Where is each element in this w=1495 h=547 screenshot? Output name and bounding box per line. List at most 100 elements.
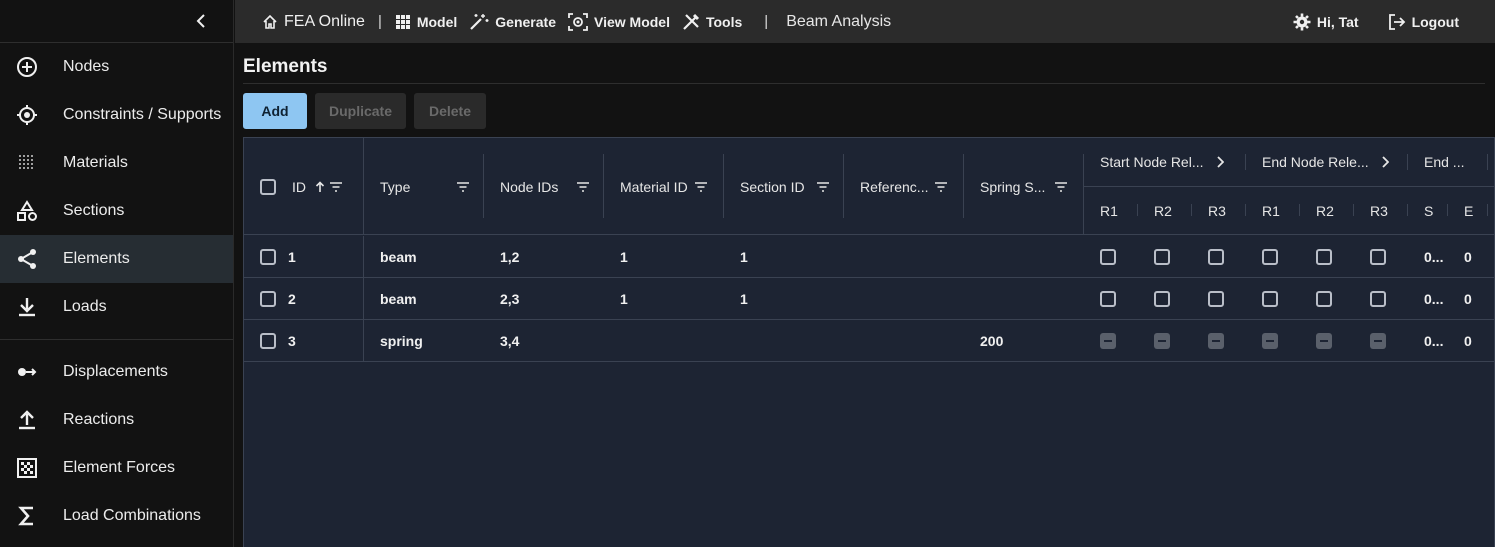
cell-offset-e[interactable]: 0 [1464, 320, 1472, 362]
release-checkbox[interactable] [1370, 291, 1386, 307]
column-header-node-ids[interactable]: Node IDs [500, 138, 590, 235]
table-row[interactable]: 1 beam 1,2 1 1 0... 0 [244, 236, 1494, 278]
column-separator[interactable] [843, 154, 844, 218]
subcolumn-end-r2[interactable]: R2 [1316, 187, 1334, 235]
filter-icon[interactable] [329, 181, 343, 192]
column-separator[interactable] [1083, 154, 1084, 235]
filter-icon[interactable] [694, 181, 708, 192]
row-checkbox[interactable] [260, 291, 276, 307]
column-header-section-id[interactable]: Section ID [740, 138, 830, 235]
cell-section-id[interactable]: 1 [740, 278, 748, 320]
row-checkbox[interactable] [260, 249, 276, 265]
column-header-spring[interactable]: Spring S... [980, 138, 1070, 235]
column-separator[interactable] [1191, 204, 1192, 216]
column-header-id[interactable]: ID [292, 138, 362, 235]
column-separator[interactable] [603, 154, 604, 218]
release-checkbox[interactable] [1370, 249, 1386, 265]
column-separator[interactable] [1137, 204, 1138, 216]
filter-icon[interactable] [1054, 181, 1068, 192]
table-row[interactable]: 2 beam 2,3 1 1 0... 0 [244, 278, 1494, 320]
cell-offset-e[interactable]: 0 [1464, 236, 1472, 278]
user-settings-button[interactable]: Hi, Tat [1293, 13, 1359, 31]
cell-material-id[interactable]: 1 [620, 236, 628, 278]
release-checkbox[interactable] [1154, 249, 1170, 265]
release-checkbox[interactable] [1100, 249, 1116, 265]
subcolumn-start-r3[interactable]: R3 [1208, 187, 1226, 235]
sidebar-item-displacements[interactable]: Displacements [0, 348, 233, 396]
collapse-sidebar-button[interactable] [191, 11, 211, 31]
sidebar-item-reactions[interactable]: Reactions [0, 396, 233, 444]
cell-spring[interactable]: 200 [980, 320, 1003, 362]
cell-type[interactable]: beam [380, 236, 417, 278]
filter-icon[interactable] [576, 181, 590, 192]
cell-offset-e[interactable]: 0 [1464, 278, 1472, 320]
duplicate-button[interactable]: Duplicate [315, 93, 406, 129]
sidebar-item-sections[interactable]: Sections [0, 187, 233, 235]
release-checkbox[interactable] [1262, 291, 1278, 307]
column-header-material-id[interactable]: Material ID [620, 138, 710, 235]
sidebar-item-materials[interactable]: Materials [0, 139, 233, 187]
release-checkbox[interactable] [1208, 249, 1224, 265]
cell-offset-s[interactable]: 0... [1424, 236, 1443, 278]
column-separator[interactable] [1353, 204, 1354, 216]
cell-offset-s[interactable]: 0... [1424, 320, 1443, 362]
sidebar-item-element-forces[interactable]: Element Forces [0, 444, 233, 492]
menu-generate[interactable]: Generate [469, 13, 556, 31]
column-separator[interactable] [963, 154, 964, 218]
cell-node-ids[interactable]: 2,3 [500, 278, 519, 320]
cell-type[interactable]: spring [380, 320, 423, 362]
cell-node-ids[interactable]: 1,2 [500, 236, 519, 278]
row-checkbox[interactable] [260, 333, 276, 349]
release-checkbox[interactable] [1316, 249, 1332, 265]
filter-icon[interactable] [456, 181, 470, 192]
filter-icon[interactable] [816, 181, 830, 192]
cell-type[interactable]: beam [380, 278, 417, 320]
release-checkbox[interactable] [1262, 249, 1278, 265]
add-button[interactable]: Add [243, 93, 307, 129]
filter-icon[interactable] [934, 181, 948, 192]
release-checkbox[interactable] [1316, 291, 1332, 307]
chevron-right-icon[interactable] [1381, 156, 1389, 168]
release-checkbox[interactable] [1208, 291, 1224, 307]
column-separator[interactable] [1447, 204, 1448, 216]
column-separator[interactable] [1487, 204, 1488, 216]
column-separator[interactable] [1407, 204, 1408, 216]
sidebar-item-constraints[interactable]: Constraints / Supports [0, 91, 233, 139]
column-header-reference[interactable]: Referenc... [860, 138, 950, 235]
logout-button[interactable]: Logout [1388, 14, 1459, 30]
sort-ascending-icon[interactable] [315, 180, 325, 193]
column-separator[interactable] [1245, 204, 1246, 216]
release-checkbox[interactable] [1100, 291, 1116, 307]
subcolumn-end-r1[interactable]: R1 [1262, 187, 1280, 235]
column-separator[interactable] [1299, 204, 1300, 216]
cell-section-id[interactable]: 1 [740, 236, 748, 278]
menu-model[interactable]: Model [395, 14, 457, 30]
table-row[interactable]: 3 spring 3,4 200 0... 0 [244, 320, 1494, 362]
menu-view-model[interactable]: View Model [568, 12, 670, 31]
column-separator[interactable] [723, 154, 724, 218]
cell-node-ids[interactable]: 3,4 [500, 320, 519, 362]
subcolumn-end-r3[interactable]: R3 [1370, 187, 1388, 235]
menu-tools[interactable]: Tools [682, 13, 742, 31]
column-separator[interactable] [363, 138, 364, 235]
sidebar-item-elements[interactable]: Elements [0, 235, 233, 283]
chevron-right-icon[interactable] [1216, 156, 1224, 168]
delete-button[interactable]: Delete [414, 93, 486, 129]
column-separator[interactable] [483, 154, 484, 218]
home-link[interactable]: FEA Online [262, 13, 365, 31]
sidebar-item-nodes[interactable]: Nodes [0, 43, 233, 91]
select-all-checkbox[interactable] [260, 178, 276, 195]
subcolumn-offset-s[interactable]: S [1424, 187, 1433, 235]
subcolumn-offset-e[interactable]: E [1464, 187, 1473, 235]
cell-material-id[interactable]: 1 [620, 278, 628, 320]
sidebar-item-load-combinations[interactable]: Load Combinations [0, 492, 233, 540]
cell-offset-s[interactable]: 0... [1424, 278, 1443, 320]
cell-id[interactable]: 3 [288, 320, 296, 362]
column-header-type[interactable]: Type [380, 138, 470, 235]
cell-id[interactable]: 2 [288, 278, 296, 320]
subcolumn-start-r2[interactable]: R2 [1154, 187, 1172, 235]
sidebar-item-loads[interactable]: Loads [0, 283, 233, 331]
subcolumn-start-r1[interactable]: R1 [1100, 187, 1118, 235]
release-checkbox[interactable] [1154, 291, 1170, 307]
cell-id[interactable]: 1 [288, 236, 296, 278]
